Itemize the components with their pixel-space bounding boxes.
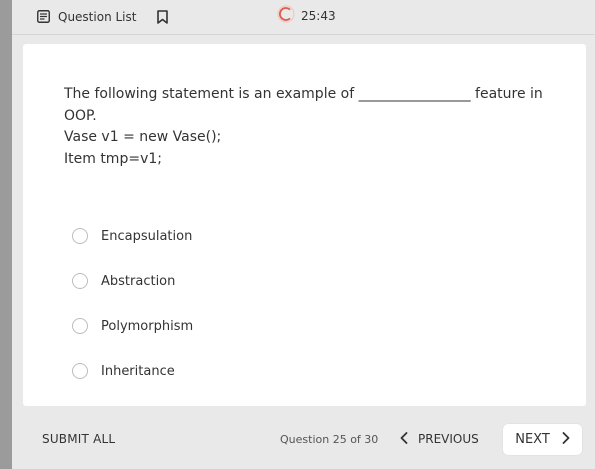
question-list-label: Question List	[58, 10, 137, 24]
option-inheritance[interactable]: Inheritance	[72, 359, 193, 383]
timer: 25:43	[277, 5, 336, 27]
option-encapsulation[interactable]: Encapsulation	[72, 224, 193, 248]
submit-all-button[interactable]: SUBMIT ALL	[42, 432, 115, 446]
chevron-left-icon	[400, 431, 408, 447]
radio-button[interactable]	[72, 273, 88, 289]
radio-button[interactable]	[72, 363, 88, 379]
radio-button[interactable]	[72, 228, 88, 244]
next-button[interactable]: NEXT	[503, 424, 582, 455]
footer-bar: SUBMIT ALL Question 25 of 30 PREVIOUS NE…	[12, 410, 595, 469]
bookmark-icon	[157, 9, 168, 28]
timer-icon	[277, 5, 295, 27]
option-label: Abstraction	[101, 273, 176, 289]
question-text: The following statement is an example of…	[64, 84, 554, 170]
question-line: Item tmp=v1;	[64, 150, 162, 167]
question-list-button[interactable]: Question List	[37, 8, 136, 26]
question-line: The following statement is an example of…	[64, 86, 543, 102]
radio-button[interactable]	[72, 318, 88, 334]
next-label: NEXT	[515, 432, 550, 447]
answer-options: Encapsulation Abstraction Polymorphism I…	[72, 224, 193, 404]
bookmark-button[interactable]	[157, 9, 168, 28]
timer-value: 25:43	[301, 9, 336, 23]
left-strip	[0, 0, 12, 469]
option-label: Encapsulation	[101, 228, 193, 244]
question-card: The following statement is an example of…	[23, 44, 586, 406]
top-bar: Question List 25:43	[12, 0, 595, 35]
option-label: Inheritance	[101, 363, 175, 379]
previous-button[interactable]: PREVIOUS	[400, 429, 479, 449]
question-line: OOP.	[64, 107, 97, 124]
question-counter: Question 25 of 30	[280, 433, 379, 446]
question-line: Vase v1 = new Vase();	[64, 129, 222, 145]
chevron-right-icon	[562, 431, 570, 448]
option-abstraction[interactable]: Abstraction	[72, 269, 193, 293]
option-polymorphism[interactable]: Polymorphism	[72, 314, 193, 338]
list-icon	[37, 8, 50, 27]
previous-label: PREVIOUS	[418, 432, 479, 446]
option-label: Polymorphism	[101, 318, 194, 334]
